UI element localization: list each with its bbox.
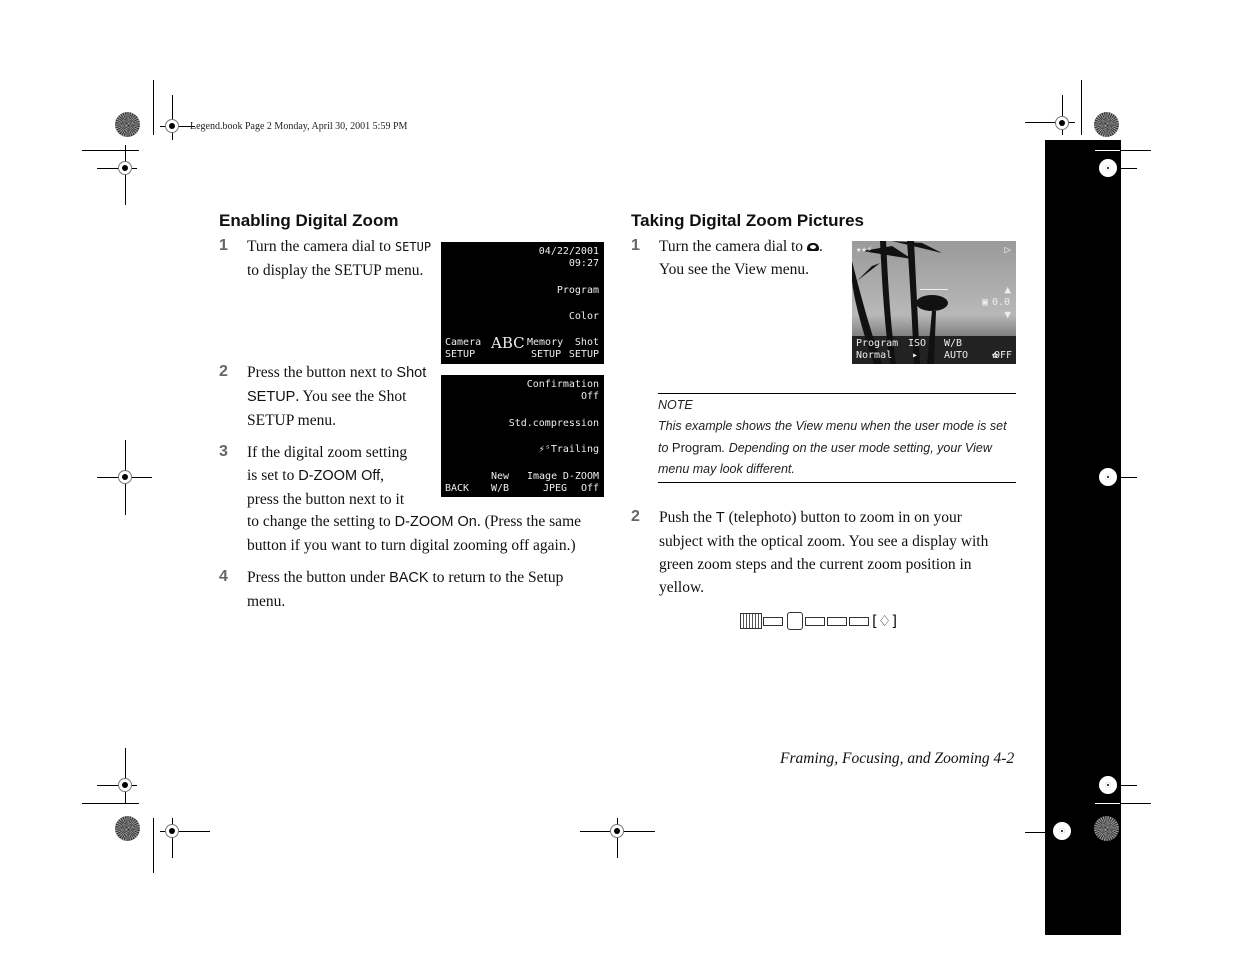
step-number: 4 <box>219 568 228 585</box>
setup-menu-screen: 04/22/2001 09:27 Program Color Camera SE… <box>441 242 604 364</box>
focus-frame <box>920 289 948 312</box>
zoom-step <box>805 616 825 626</box>
zoom-indicator: [♢] <box>740 611 897 631</box>
registration-star-icon <box>115 816 140 841</box>
registration-target-icon <box>165 824 179 838</box>
registration-target-icon <box>118 778 132 792</box>
step-text: Turn the camera dial to . You see the Vi… <box>659 238 823 278</box>
print-slug: Legend.book Page 2 Monday, April 30, 200… <box>190 121 408 132</box>
zoom-step <box>763 616 783 626</box>
step-text: Turn the camera dial to SETUP to display… <box>247 238 432 279</box>
step-text-continued: to change the setting to D-ZOOM On. (Pre… <box>247 513 581 554</box>
telephoto-icon: [♢] <box>872 612 898 630</box>
step-text: Push the T (telephoto) button to zoom in… <box>659 509 989 596</box>
registration-target-icon <box>1099 468 1117 486</box>
crop-mark <box>172 95 173 140</box>
zoom-steps <box>763 612 871 630</box>
step-number: 2 <box>631 508 640 525</box>
step-number: 2 <box>219 363 228 380</box>
abc-icon: ABC <box>491 334 525 352</box>
up-arrow-icon: ▲ <box>1004 283 1011 296</box>
registration-target-icon <box>1055 116 1069 130</box>
note-text: This example shows the View menu when th… <box>658 419 1007 476</box>
registration-target-icon <box>1053 822 1071 840</box>
crop-mark <box>1117 785 1137 786</box>
note-rule-bottom <box>658 482 1016 483</box>
step-text: Press the button next to Shot SETUP. You… <box>247 364 427 429</box>
crop-mark <box>1117 477 1137 478</box>
crop-mark <box>1120 803 1151 804</box>
registration-target-icon <box>1099 776 1117 794</box>
registration-target-icon <box>1099 159 1117 177</box>
exposure-comp-icon: ▣ <box>981 297 988 308</box>
note-box: NOTE This example shows the View menu wh… <box>658 395 1016 480</box>
zoom-step <box>849 616 869 626</box>
crop-mark <box>1117 168 1137 169</box>
page-footer: Framing, Focusing, and Zooming 4-2 <box>780 750 1015 767</box>
ui-label: D-ZOOM On <box>394 514 477 530</box>
step-text: Press the button under BACK to return to… <box>247 569 564 610</box>
camera-icon <box>806 243 819 252</box>
crop-mark <box>82 150 139 151</box>
zoom-current-position <box>787 612 803 630</box>
note-rule-top <box>658 393 1016 394</box>
note-title: NOTE <box>658 398 693 412</box>
step-number: 1 <box>219 237 228 254</box>
section-heading-taking-digital-zoom-pictures: Taking Digital Zoom Pictures <box>631 211 864 230</box>
step-number: 3 <box>219 443 228 460</box>
ui-label: BACK <box>389 570 429 586</box>
zoom-step <box>827 616 847 626</box>
section-heading-enabling-digital-zoom: Enabling Digital Zoom <box>219 211 399 230</box>
crop-mark <box>125 748 126 803</box>
wide-angle-icon <box>740 613 762 629</box>
registration-star-icon <box>115 112 140 137</box>
ui-label: D-ZOOM Off <box>298 468 381 484</box>
registration-target-icon <box>118 470 132 484</box>
crop-mark <box>1025 832 1045 833</box>
crop-mark <box>1081 80 1082 135</box>
view-menu-screen: ★★⚡ ▷ ▲ 0.0 ▣ ▼ Program Normal ISO ▸ W/B… <box>852 241 1016 364</box>
down-arrow-icon: ▼ <box>1004 308 1011 321</box>
crop-mark <box>125 145 126 205</box>
crop-mark <box>82 803 139 804</box>
ui-label: T <box>715 510 725 526</box>
crop-mark <box>1120 150 1151 151</box>
crop-mark <box>153 818 154 873</box>
registration-target-icon <box>165 119 179 133</box>
playback-icon: ▷ <box>1004 243 1011 256</box>
registration-target-icon <box>610 824 624 838</box>
step-text: If the digital zoom setting is set to D-… <box>247 444 408 508</box>
crop-mark <box>153 80 154 135</box>
setup-dial-glyph: SETUP <box>394 240 432 254</box>
ui-label: Program <box>671 440 722 455</box>
iso-arrow-icon: ▸ <box>912 350 919 361</box>
registration-star-icon <box>1094 816 1119 841</box>
step-number: 1 <box>631 237 640 254</box>
registration-target-icon <box>118 161 132 175</box>
registration-star-icon <box>1094 112 1119 137</box>
